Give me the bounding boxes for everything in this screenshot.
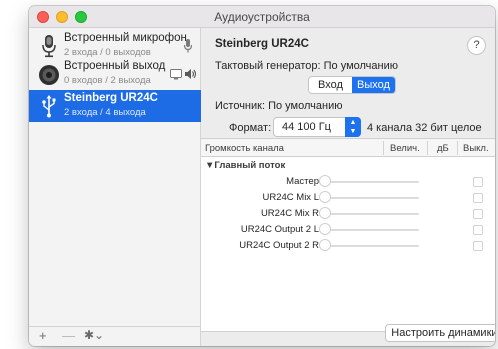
remove-device-button[interactable]: — xyxy=(62,328,75,343)
device-title: Steinberg UR24C xyxy=(215,38,309,50)
sidebar-toolbar: + — ✱⌄ xyxy=(29,326,201,346)
table-row: Мастер xyxy=(201,174,495,190)
format-label: Формат: xyxy=(229,122,272,134)
source-label: Источник: xyxy=(215,100,266,112)
channel-name: UR24C Mix R xyxy=(260,208,319,219)
group-row-main-stream[interactable]: ▼Главный поток xyxy=(205,160,285,171)
title-bar: Аудиоустройства xyxy=(29,6,495,28)
chevron-updown-icon: ▲ ▼ xyxy=(345,117,361,137)
channel-name: UR24C Output 2 L xyxy=(240,224,319,235)
volume-slider-knob[interactable] xyxy=(319,239,331,251)
mute-checkbox[interactable] xyxy=(473,193,483,203)
microphone-icon xyxy=(42,35,56,58)
clock-label: Тактовый генератор: xyxy=(215,60,321,72)
volume-slider-knob[interactable] xyxy=(319,207,331,219)
column-header-value[interactable]: Велич. xyxy=(390,143,420,154)
configure-speakers-button[interactable]: Настроить динамики... xyxy=(385,324,495,342)
device-name: Встроенный выход xyxy=(64,60,166,72)
column-divider xyxy=(427,141,428,155)
audio-devices-window: Аудиоустройства Встроенный микрофон 2 вх… xyxy=(29,6,495,346)
mute-checkbox[interactable] xyxy=(473,225,483,235)
device-channels: 2 входа / 0 выходов xyxy=(64,47,151,58)
volume-slider-knob[interactable] xyxy=(319,223,331,235)
volume-slider-track[interactable] xyxy=(325,213,419,215)
column-divider xyxy=(457,141,458,155)
mute-checkbox[interactable] xyxy=(473,241,483,251)
format-description: 4 канала 32 бит целое xyxy=(367,122,482,134)
table-row: UR24C Mix L xyxy=(201,190,495,206)
mute-checkbox[interactable] xyxy=(473,177,483,187)
channel-name: UR24C Output 2 R xyxy=(239,240,319,251)
mic-level-icon xyxy=(183,39,193,53)
io-segmented-control: Вход Выход xyxy=(308,76,396,94)
window-title: Аудиоустройства xyxy=(214,10,310,24)
source-row: Источник: По умолчанию xyxy=(215,100,342,112)
format-value: 44 100 Гц xyxy=(282,121,331,133)
settings-menu-button[interactable]: ✱⌄ xyxy=(84,328,104,342)
device-name: Встроенный микрофон xyxy=(64,32,187,44)
device-detail-panel: Steinberg UR24C ? Тактовый генератор: По… xyxy=(201,28,495,346)
device-item-built-in-output[interactable]: Встроенный выход 0 входов / 2 выхода xyxy=(29,58,201,90)
help-button[interactable]: ? xyxy=(467,36,486,55)
volume-slider-track[interactable] xyxy=(325,229,419,231)
volume-slider-track[interactable] xyxy=(325,245,419,247)
column-header-volume[interactable]: Громкость канала xyxy=(205,143,284,154)
volume-slider-knob[interactable] xyxy=(319,175,331,187)
column-divider xyxy=(383,141,384,155)
table-row: UR24C Mix R xyxy=(201,206,495,222)
table-header: Громкость канала Велич. дБ Выкл. xyxy=(201,138,495,157)
column-header-mute[interactable]: Выкл. xyxy=(463,143,489,154)
volume-slider-knob[interactable] xyxy=(319,191,331,203)
device-channels: 2 входа / 4 выхода xyxy=(64,107,146,118)
device-list: Встроенный микрофон 2 входа / 0 выходов … xyxy=(29,28,201,326)
channel-name: UR24C Mix L xyxy=(262,192,320,203)
display-icon xyxy=(170,69,182,80)
column-header-db[interactable]: дБ xyxy=(437,143,449,154)
speaker-icon xyxy=(39,65,59,85)
device-channels: 0 входов / 2 выхода xyxy=(64,75,151,86)
clock-source-row: Тактовый генератор: По умолчанию xyxy=(215,60,398,72)
add-device-button[interactable]: + xyxy=(39,328,47,343)
usb-icon xyxy=(42,95,56,118)
channel-name: Мастер xyxy=(286,176,319,187)
table-body: ▼Главный поток Мастер UR24C Mix L UR24C … xyxy=(201,157,495,331)
device-name: Steinberg UR24C xyxy=(64,92,158,104)
volume-slider-track[interactable] xyxy=(325,181,419,183)
table-row: UR24C Output 2 L xyxy=(201,222,495,238)
source-value[interactable]: По умолчанию xyxy=(268,100,342,112)
tab-input[interactable]: Вход xyxy=(309,77,352,93)
tab-output[interactable]: Выход xyxy=(352,77,395,93)
clock-value[interactable]: По умолчанию xyxy=(324,60,398,72)
format-select[interactable]: 44 100 Гц ▲ ▼ xyxy=(273,117,361,137)
mute-checkbox[interactable] xyxy=(473,209,483,219)
volume-icon xyxy=(185,69,197,79)
channel-volume-table: Громкость канала Велич. дБ Выкл. ▼Главны… xyxy=(201,138,495,346)
volume-slider-track[interactable] xyxy=(325,197,419,199)
table-row: UR24C Output 2 R xyxy=(201,238,495,254)
device-item-steinberg-ur24c[interactable]: Steinberg UR24C 2 входа / 4 выхода xyxy=(29,90,201,122)
